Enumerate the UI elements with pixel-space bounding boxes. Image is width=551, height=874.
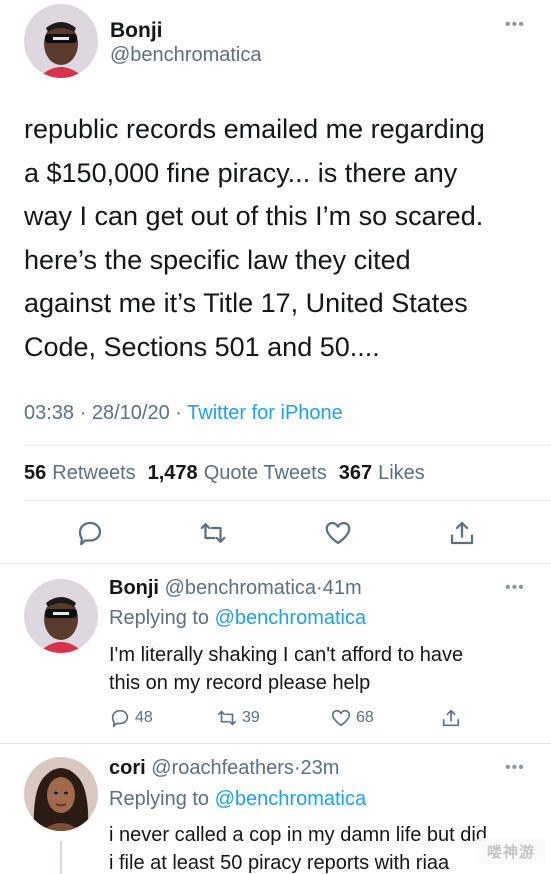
retweets-stat[interactable]: 56 Retweets [24,462,136,485]
tweet-date: 28/10/20 [91,402,170,424]
retweet-icon[interactable] [198,518,228,548]
share-icon [442,709,460,727]
quote-tweets-stat[interactable]: 1,478 Quote Tweets [148,462,327,485]
mention-link[interactable]: @benchromatica [215,607,366,629]
divider [24,500,551,501]
reply-header: cori @roachfeathers·23m [109,757,339,780]
reply-tweet: Bonji @benchromatica·41m ••• Replying to… [0,567,551,742]
retweets-count: 56 [24,462,47,484]
quote-tweets-label: Quote Tweets [203,462,327,484]
replying-to: Replying to @benchromatica [109,607,366,630]
reply-icon [111,709,129,728]
more-options-icon[interactable]: ••• [505,759,525,777]
main-tweet: Bonji @benchromatica ••• republic record… [0,0,551,567]
tweet-metadata: 03:38 · 28/10/20 · Twitter for iPhone [24,402,343,425]
divider [0,743,551,744]
reply-button[interactable]: 48 [109,707,153,729]
display-name[interactable]: Bonji [110,19,163,43]
mention-link[interactable]: @benchromatica [215,788,366,810]
reply-count: 48 [135,709,153,726]
quote-tweets-count: 1,478 [147,462,198,484]
likes-stat[interactable]: 367 Likes [339,462,425,485]
avatar[interactable] [24,579,98,653]
like-button[interactable]: 68 [330,707,374,729]
tweet-client-link[interactable]: Twitter for iPhone [187,402,343,424]
divider [0,563,551,564]
replying-prefix: Replying to [109,607,210,629]
user-handle[interactable]: @roachfeathers [151,757,294,779]
engagement-stats: 56 Retweets 1,478 Quote Tweets 367 Likes [24,462,425,485]
avatar[interactable] [24,4,98,78]
likes-label: Likes [378,462,425,484]
display-name[interactable]: cori [109,757,146,779]
tweet-action-bar [0,518,551,554]
tweet-time: 03:38 [24,402,75,424]
user-handle[interactable]: @benchromatica [165,577,316,599]
reply-age: 41m [322,577,362,599]
share-icon[interactable] [447,518,477,548]
reply-header: Bonji @benchromatica·41m [109,577,362,600]
separator: · [293,757,301,779]
retweet-count: 39 [242,709,260,726]
retweet-icon [217,710,237,726]
avatar[interactable] [24,757,98,831]
replying-to: Replying to @benchromatica [109,788,366,811]
separator: · [79,402,87,424]
separator: · [316,577,323,599]
display-name[interactable]: Bonji [109,577,159,599]
thread-line [60,841,62,874]
reply-age: 23m [300,757,340,779]
like-icon[interactable] [323,518,353,548]
reply-icon[interactable] [75,518,105,548]
tweet-text: republic records emailed me regarding a … [24,114,485,362]
reply-text: I'm literally shaking I can't afford to … [109,644,464,694]
share-button[interactable] [440,707,462,729]
retweets-label: Retweets [52,462,136,484]
like-count: 68 [356,709,374,726]
user-handle[interactable]: @benchromatica [110,44,261,67]
divider [24,445,551,446]
reply-action-bar: 48 39 68 [0,707,551,731]
more-options-icon[interactable]: ••• [505,16,525,34]
likes-count: 367 [338,462,373,484]
retweet-button[interactable]: 39 [216,707,260,729]
replying-prefix: Replying to [109,788,210,810]
separator: · [175,402,182,424]
reply-tweet: cori @roachfeathers·23m ••• Replying to … [0,747,551,874]
site-watermark: 喽神游 [477,838,545,864]
like-icon [331,709,351,727]
more-options-icon[interactable]: ••• [505,579,525,597]
